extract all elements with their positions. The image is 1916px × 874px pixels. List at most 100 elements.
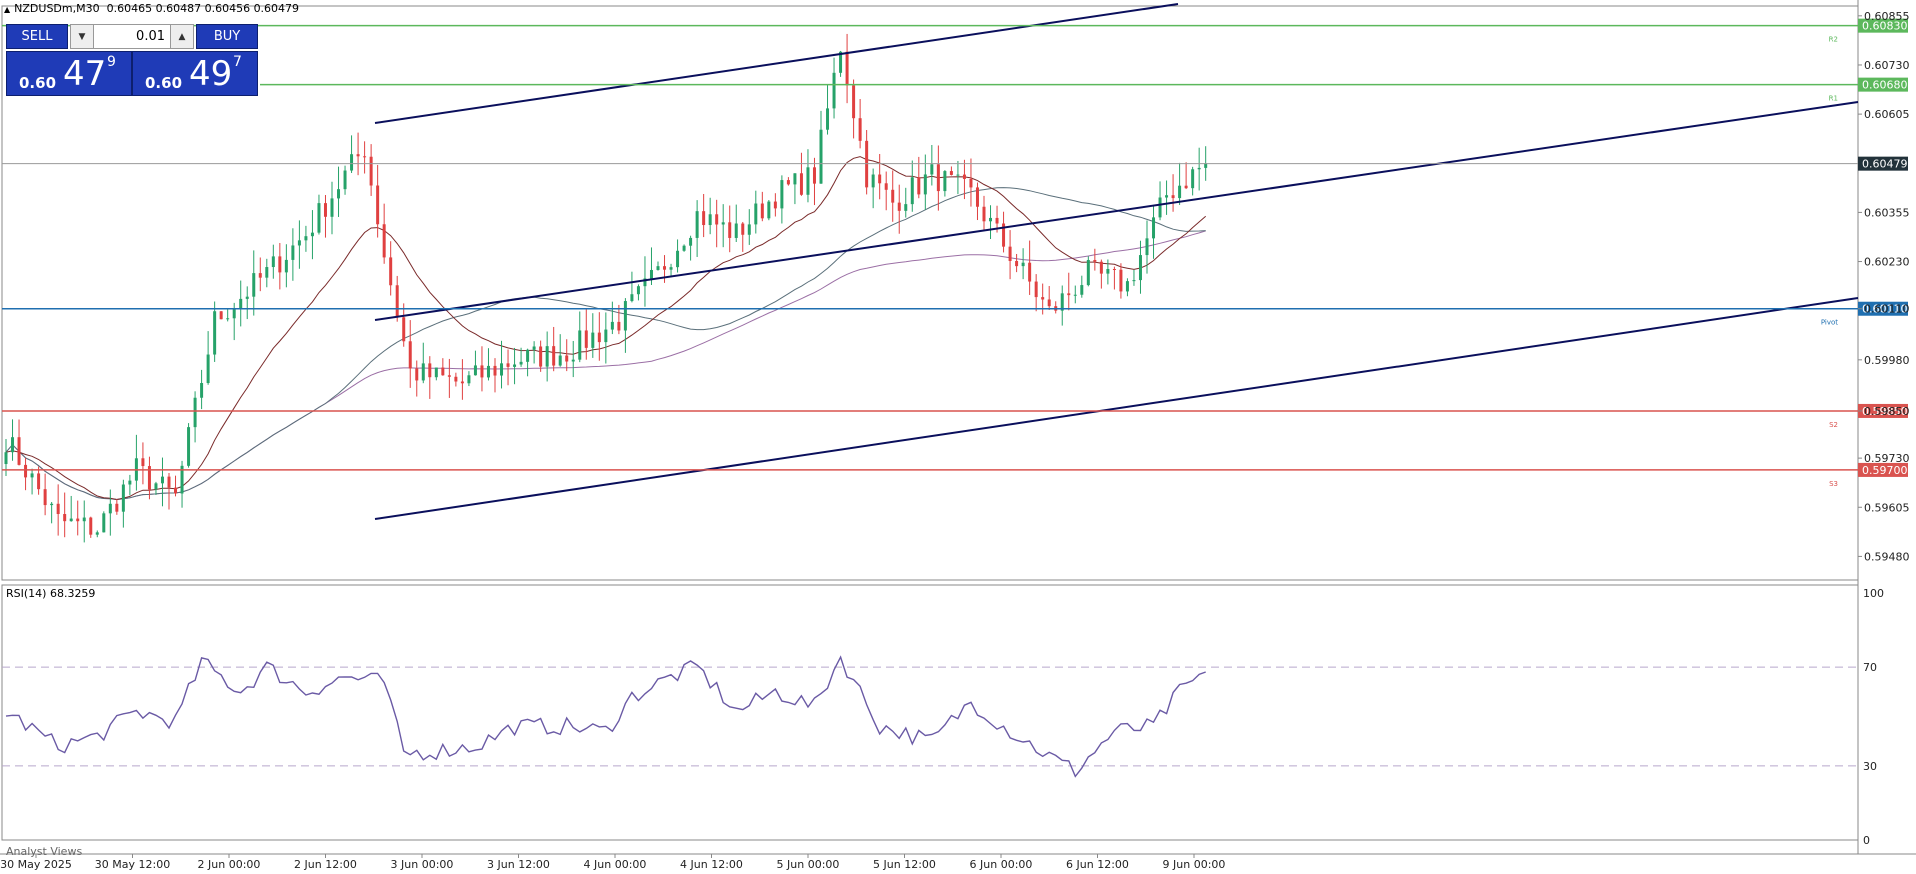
candle-body: [24, 464, 28, 478]
candle-body: [428, 363, 432, 378]
candle-body: [780, 180, 784, 209]
candle-body: [310, 232, 314, 237]
candle-body: [636, 286, 640, 295]
level-s3-tag: S3: [1829, 480, 1838, 488]
candle-body: [904, 204, 908, 211]
candle-body: [728, 222, 732, 238]
candle-body: [591, 332, 595, 348]
price-tick-label: 0.60230: [1864, 256, 1910, 269]
candle-body: [558, 355, 562, 366]
candle-body: [454, 376, 458, 382]
candle-body: [1119, 269, 1123, 292]
channel-upper-line: [374, 3, 1179, 124]
candle-body: [871, 174, 875, 188]
candle-body: [799, 173, 803, 195]
candle-body: [1191, 169, 1195, 189]
buy-price-button[interactable]: 0.60 49 7: [132, 51, 258, 96]
candle-body: [17, 437, 21, 465]
candle-body: [258, 273, 262, 278]
lot-decrease-icon[interactable]: ▼: [71, 25, 94, 48]
candle-body: [526, 349, 530, 362]
time-tick-label: 3 Jun 12:00: [487, 858, 550, 871]
candle-body: [1041, 297, 1045, 300]
candle-body: [4, 452, 8, 465]
candle-body: [1178, 185, 1182, 199]
candle-body: [630, 294, 634, 302]
rsi-tick-label: 0: [1863, 834, 1870, 847]
chart-svg: R20.60830R10.60680Pivot0.60110S20.59850S…: [0, 0, 1916, 871]
buy-price-prefix: 0.60: [145, 74, 183, 92]
candle-body: [43, 489, 47, 506]
candle-body: [597, 332, 601, 343]
candle-body: [519, 361, 523, 365]
candle-body: [89, 517, 93, 535]
candle-body: [923, 174, 927, 195]
candle-body: [760, 203, 764, 219]
candle-body: [1145, 238, 1149, 256]
candle-body: [115, 503, 119, 512]
candle-body: [793, 173, 797, 185]
candle-body: [975, 187, 979, 207]
candle-body: [1106, 268, 1110, 274]
time-tick-label: 9 Jun 00:00: [1163, 858, 1226, 871]
candle-body: [1028, 262, 1032, 282]
candle-body: [460, 381, 464, 384]
candle-body: [930, 164, 934, 175]
price-tick-label: 0.59980: [1864, 354, 1910, 367]
candle-body: [160, 476, 164, 484]
rsi-tick-label: 30: [1863, 760, 1877, 773]
candle-body: [767, 201, 771, 219]
candle-body: [82, 517, 86, 522]
candle-body: [806, 167, 810, 195]
lot-increase-icon[interactable]: ▲: [170, 25, 193, 48]
sell-price-button[interactable]: 0.60 47 9: [6, 51, 132, 96]
symbol-info: ▲ NZDUSDm,M30 0.60465 0.60487 0.60456 0.6…: [4, 2, 299, 15]
candle-body: [395, 285, 399, 318]
candle-body: [50, 503, 54, 506]
candle-body: [1138, 255, 1142, 281]
candle-body: [402, 317, 406, 342]
candle-body: [389, 257, 393, 286]
candle-body: [708, 214, 712, 226]
candle-body: [943, 171, 947, 192]
candle-body: [121, 484, 125, 512]
candle-body: [187, 427, 191, 466]
candle-body: [69, 518, 73, 522]
candle-body: [1073, 294, 1077, 296]
sell-price-sup: 9: [107, 54, 116, 70]
candle-body: [95, 532, 99, 535]
lot-size-input[interactable]: ▼ 0.01 ▲: [70, 24, 194, 49]
candle-body: [936, 164, 940, 192]
candle-body: [1021, 262, 1025, 267]
candle-body: [108, 503, 112, 514]
candle-body: [1132, 280, 1136, 282]
candle-body: [949, 171, 953, 175]
collapse-triangle-icon[interactable]: ▲: [4, 5, 10, 14]
candle-body: [56, 503, 60, 515]
candle-body: [1067, 293, 1071, 296]
time-tick-label: 2 Jun 00:00: [198, 858, 261, 871]
candle-body: [337, 189, 341, 199]
analyst-views-tab[interactable]: Analyst Views: [6, 845, 82, 858]
candle-body: [493, 365, 497, 376]
level-s2-tag: S2: [1829, 421, 1838, 429]
candle-body: [1047, 299, 1051, 307]
candle-body: [578, 330, 582, 360]
rsi-line: [5, 655, 1206, 778]
candle-body: [473, 365, 477, 376]
lot-value[interactable]: 0.01: [136, 29, 165, 44]
time-tick-label: 4 Jun 12:00: [680, 858, 743, 871]
candle-body: [1008, 246, 1012, 261]
candle-body: [1112, 268, 1116, 270]
candle-body: [897, 202, 901, 211]
time-tick-label: 6 Jun 12:00: [1066, 858, 1129, 871]
price-tick-label: 0.60110: [1864, 303, 1910, 316]
buy-button[interactable]: BUY: [196, 24, 258, 49]
sell-button[interactable]: SELL: [6, 24, 68, 49]
candle-body: [656, 266, 660, 270]
candle-body: [689, 237, 693, 246]
candle-body: [858, 118, 862, 141]
candle-body: [141, 458, 145, 467]
candle-body: [676, 250, 680, 268]
level-r1-price-label: 0.60680: [1862, 79, 1908, 92]
